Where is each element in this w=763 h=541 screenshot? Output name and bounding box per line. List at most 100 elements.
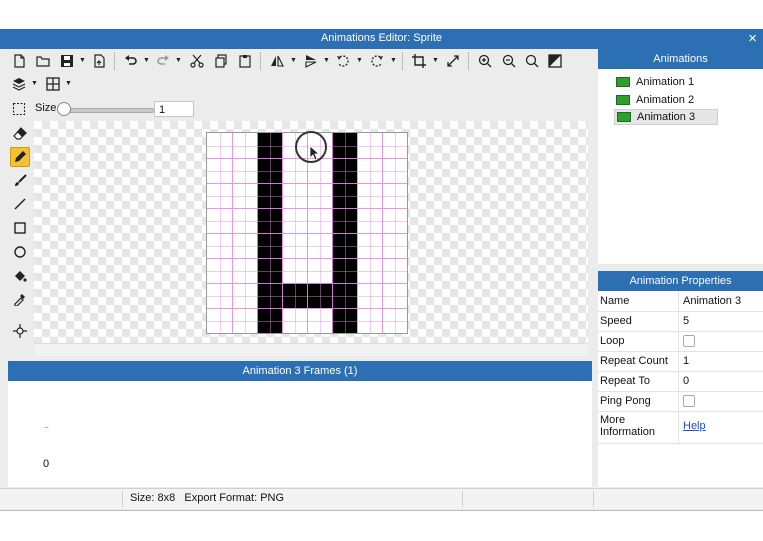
flip-vertical-chevron-icon[interactable]: ▼	[323, 52, 330, 70]
zoom-fit-icon[interactable]	[523, 52, 541, 70]
undo-icon[interactable]	[122, 52, 140, 70]
eyedropper-icon[interactable]	[10, 289, 30, 309]
animation-item-label: Animation 1	[636, 76, 695, 88]
flip-vertical-icon[interactable]	[302, 52, 320, 70]
paste-icon[interactable]	[236, 52, 254, 70]
line-icon[interactable]	[10, 194, 30, 214]
grid-line-horizontal	[207, 270, 407, 272]
grid-line-horizontal	[207, 295, 407, 297]
property-name: Repeat Count	[600, 355, 668, 367]
flip-horizontal-icon[interactable]	[268, 52, 286, 70]
crop-icon[interactable]	[410, 52, 428, 70]
grid-line-vertical	[357, 133, 358, 333]
toolbar-separator	[468, 52, 469, 70]
animations-list: Animation 1 Animation 2 Animation 3	[598, 69, 763, 264]
loop-checkbox[interactable]	[683, 335, 695, 347]
status-bar: Size: 8x8 Export Format: PNG	[0, 488, 763, 509]
grid-line-vertical	[394, 133, 396, 333]
animations-panel-title: Animations	[598, 49, 763, 69]
rotate-left-chevron-icon[interactable]: ▼	[356, 52, 363, 70]
grid-chevron-icon[interactable]: ▼	[65, 75, 72, 93]
grid-line-horizontal	[207, 258, 407, 259]
copy-icon[interactable]	[212, 52, 230, 70]
save-icon[interactable]	[58, 52, 76, 70]
animation-film-icon	[616, 95, 630, 105]
animation-film-icon	[617, 112, 631, 122]
property-value-repeat-to[interactable]: 0	[683, 375, 689, 387]
layers-icon[interactable]	[10, 75, 28, 93]
grid-line-vertical	[382, 133, 383, 333]
property-name: More Information	[600, 414, 656, 438]
pivot-icon[interactable]	[10, 321, 30, 341]
animation-item-selected[interactable]: Animation 3	[614, 109, 718, 125]
property-row: Repeat To 0	[598, 371, 763, 392]
properties-panel-title: Animation Properties	[598, 271, 763, 291]
grid-line-horizontal	[207, 283, 407, 284]
size-slider-handle[interactable]	[57, 102, 71, 116]
property-row: Name Animation 3	[598, 291, 763, 312]
grid-line-vertical	[369, 133, 371, 333]
open-folder-icon[interactable]	[34, 52, 52, 70]
property-row: Loop	[598, 331, 763, 352]
animation-item[interactable]: Animation 1	[614, 74, 718, 90]
rotate-left-icon[interactable]	[334, 52, 352, 70]
brush-icon[interactable]	[10, 171, 30, 191]
rotate-right-icon[interactable]	[368, 52, 386, 70]
property-row: More Information Help	[598, 411, 763, 444]
zoom-out-icon[interactable]	[500, 52, 518, 70]
new-file-icon[interactable]	[10, 52, 28, 70]
redo-icon[interactable]	[154, 52, 172, 70]
zoom-in-icon[interactable]	[476, 52, 494, 70]
size-label: Size	[35, 102, 57, 114]
size-slider-track[interactable]	[60, 108, 154, 113]
property-row: Repeat Count 1	[598, 351, 763, 372]
eraser-icon[interactable]	[10, 124, 30, 144]
save-dropdown-chevron-icon[interactable]: ▼	[79, 52, 86, 70]
rectangle-icon[interactable]	[10, 218, 30, 238]
property-value-speed[interactable]: 5	[683, 315, 689, 327]
grid-line-horizontal	[207, 233, 407, 234]
frames-panel-title: Animation 3 Frames (1)	[8, 361, 592, 381]
toolbar-separator	[260, 52, 261, 70]
property-value-repeat-count[interactable]: 1	[683, 355, 689, 367]
grid-line-horizontal	[207, 308, 407, 309]
grid-line-vertical	[332, 133, 333, 333]
title-bar: Animations Editor: Sprite ×	[0, 29, 763, 49]
ellipse-icon[interactable]	[10, 242, 30, 262]
grid-line-horizontal	[207, 245, 407, 247]
status-text: Size: 8x8 Export Format: PNG	[130, 492, 285, 504]
export-icon[interactable]	[90, 52, 108, 70]
resize-icon[interactable]	[444, 52, 462, 70]
pencil-icon[interactable]	[10, 147, 30, 167]
property-name: Loop	[600, 335, 625, 347]
frame-number[interactable]: 0	[43, 458, 49, 470]
cut-icon[interactable]	[188, 52, 206, 70]
property-row: Ping Pong	[598, 391, 763, 412]
grid-line-vertical	[344, 133, 346, 333]
frames-panel[interactable]	[8, 381, 592, 487]
grid-line-horizontal	[207, 320, 407, 322]
rotate-right-chevron-icon[interactable]: ▼	[390, 52, 397, 70]
window-title: Animations Editor: Sprite	[320, 32, 443, 44]
fill-toggle-icon[interactable]	[546, 52, 564, 70]
property-value-name[interactable]: Animation 3	[683, 295, 741, 307]
layers-chevron-icon[interactable]: ▼	[31, 75, 38, 93]
select-rectangle-icon[interactable]	[10, 100, 28, 118]
flip-horizontal-chevron-icon[interactable]: ▼	[290, 52, 297, 70]
fill-bucket-icon[interactable]	[10, 266, 30, 286]
close-icon[interactable]: ×	[748, 29, 757, 49]
animation-item-label: Animation 2	[636, 94, 695, 106]
redo-dropdown-chevron-icon[interactable]: ▼	[175, 52, 182, 70]
help-link[interactable]: Help	[683, 420, 706, 432]
toolbar-separator	[402, 52, 403, 70]
animation-item[interactable]: Animation 2	[614, 92, 718, 108]
grid-icon[interactable]	[44, 75, 62, 93]
grid-line-vertical	[319, 133, 321, 333]
property-row: Speed 5	[598, 311, 763, 332]
canvas-scrollbar[interactable]	[34, 343, 588, 356]
animation-film-icon	[616, 77, 630, 87]
size-input[interactable]: 1	[154, 101, 194, 117]
ping-pong-checkbox[interactable]	[683, 395, 695, 407]
undo-dropdown-chevron-icon[interactable]: ▼	[143, 52, 150, 70]
crop-chevron-icon[interactable]: ▼	[432, 52, 439, 70]
